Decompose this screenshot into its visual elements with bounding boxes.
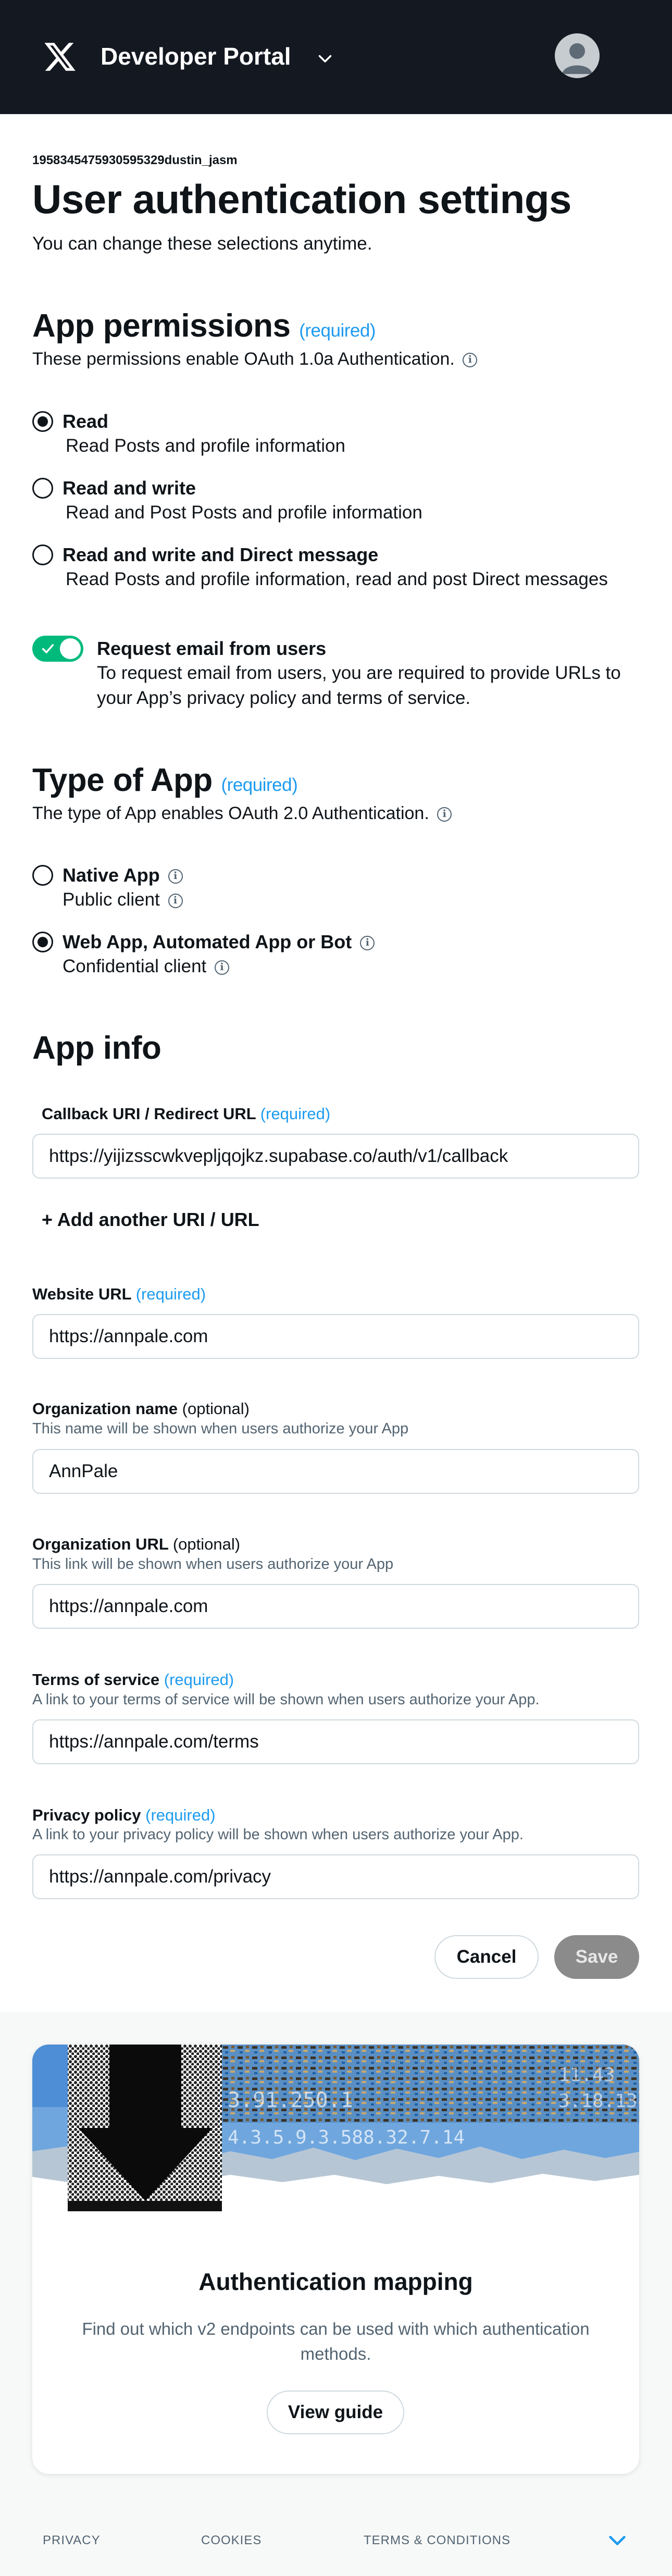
option-read-label[interactable]: Read [63,411,108,432]
art-numbers-2: 4.3.5.9.3.588.32.7.14 [228,2127,465,2148]
optional-tag: (optional) [172,1535,241,1553]
info-icon[interactable]: i [168,869,183,884]
page-subtitle: You can change these selections anytime. [32,233,372,254]
info-icon[interactable]: i [215,960,230,975]
app-type-description: The type of App enables OAuth 2.0 Authen… [32,803,452,824]
info-icon[interactable]: i [463,353,478,368]
option-read-description: Read Posts and profile information [66,436,345,456]
radio-web-app[interactable] [32,932,53,952]
org-name-input[interactable]: AnnPale [32,1449,639,1494]
page-title: User authentication settings [32,176,571,222]
privacy-help: A link to your privacy policy will be sh… [32,1826,524,1843]
required-tag: (required) [299,320,376,341]
org-name-label-text: Organization name [32,1400,178,1418]
view-guide-button[interactable]: View guide [267,2391,404,2434]
terms-help: A link to your terms of service will be … [32,1691,540,1708]
chevron-down-icon[interactable] [605,2528,629,2552]
chevron-down-icon[interactable] [316,49,334,68]
info-icon[interactable]: i [437,807,452,822]
native-app-description-text: Public client [63,889,160,910]
footer-privacy-link[interactable]: PRIVACY [43,2533,101,2548]
cancel-button[interactable]: Cancel [434,1935,539,1979]
web-app-description: Confidential client i [63,956,230,977]
permissions-heading: App permissions (required) [32,307,376,350]
org-url-help: This link will be shown when users autho… [32,1556,394,1572]
option-read-write-description: Read and Post Posts and profile informat… [66,502,422,523]
web-app-label[interactable]: Web App, Automated App or Bot i [63,931,375,953]
web-app-label-text: Web App, Automated App or Bot [63,931,352,952]
native-app-label-text: Native App [63,864,160,886]
privacy-label-text: Privacy policy [32,1806,141,1824]
app-type-description-text: The type of App enables OAuth 2.0 Authen… [32,803,429,823]
website-label-text: Website URL [32,1285,132,1303]
option-read-write-dm-description: Read Posts and profile information, read… [66,569,608,589]
required-tag: (required) [164,1670,234,1689]
user-avatar-icon[interactable] [555,33,600,78]
request-email-description-2: your App’s privacy policy and terms of s… [97,688,471,708]
required-tag: (required) [260,1105,331,1123]
request-email-label: Request email from users [97,638,327,659]
art-numbers-3: 3.18.13 [558,2090,638,2112]
info-icon[interactable]: i [168,893,183,908]
app-type-title: Type of App [32,762,213,798]
toggle-knob [60,638,81,659]
request-email-description-1: To request email from users, you are req… [97,663,621,683]
org-name-label: Organization name (optional) [32,1400,250,1418]
portal-title[interactable]: Developer Portal [101,42,291,71]
save-button[interactable]: Save [554,1935,639,1979]
privacy-url-input[interactable]: https://annpale.com/privacy [32,1854,639,1899]
check-icon [42,644,54,653]
terms-label: Terms of service (required) [32,1670,234,1689]
app-id: 1958345475930595329dustin_jasm [32,153,238,167]
terms-url-input[interactable]: https://annpale.com/terms [32,1719,639,1764]
privacy-label: Privacy policy (required) [32,1806,216,1825]
card-title: Authentication mapping [198,2268,473,2295]
permissions-description: These permissions enable OAuth 1.0a Auth… [32,349,478,369]
option-read-write-dm-label[interactable]: Read and write and Direct message [63,544,378,566]
permissions-title: App permissions [32,308,291,344]
request-email-toggle[interactable] [32,636,83,662]
info-icon[interactable]: i [360,936,375,951]
optional-tag: (optional) [182,1400,250,1418]
website-label: Website URL (required) [32,1285,206,1304]
add-uri-button[interactable]: + Add another URI / URL [42,1209,259,1231]
callback-url-input[interactable]: https://yijizsscwkvepljqojkz.supabase.co… [32,1134,639,1179]
top-bar: Developer Portal [0,0,672,114]
art-numbers-4: 11.43 [558,2064,615,2086]
art-numbers-1: 3.91.250.1 [228,2088,353,2112]
required-tag: (required) [135,1285,206,1303]
option-read-write-label[interactable]: Read and write [63,477,196,499]
org-name-help: This name will be shown when users autho… [32,1420,409,1437]
callback-label: Callback URI / Redirect URL (required) [42,1105,330,1123]
radio-read-write-dm[interactable] [32,544,53,565]
callback-label-text: Callback URI / Redirect URL [42,1105,256,1123]
native-app-description: Public client i [63,889,183,910]
footer-terms-link[interactable]: TERMS & CONDITIONS [364,2533,511,2548]
native-app-label[interactable]: Native App i [63,864,183,886]
x-logo-icon[interactable] [43,40,77,74]
web-app-description-text: Confidential client [63,956,207,976]
org-url-label: Organization URL (optional) [32,1535,240,1554]
app-info-title: App info [32,1030,161,1066]
radio-read-write[interactable] [32,478,53,499]
download-arrow-illustration: 3.91.250.1 4.3.5.9.3.588.32.7.14 3.18.13… [32,2045,639,2216]
auth-mapping-card: 3.91.250.1 4.3.5.9.3.588.32.7.14 3.18.13… [32,2045,639,2474]
card-description: Find out which v2 endpoints can be used … [82,2319,590,2363]
website-url-input[interactable]: https://annpale.com [32,1314,639,1359]
org-url-label-text: Organization URL [32,1535,169,1553]
permissions-description-text: These permissions enable OAuth 1.0a Auth… [32,349,455,369]
org-url-input[interactable]: https://annpale.com [32,1584,639,1629]
radio-read[interactable] [32,411,53,432]
required-tag: (required) [145,1806,216,1824]
radio-native-app[interactable] [32,865,53,886]
terms-label-text: Terms of service [32,1670,160,1689]
footer-cookies-link[interactable]: COOKIES [201,2533,262,2548]
required-tag: (required) [221,775,298,795]
app-type-heading: Type of App (required) [32,762,298,804]
